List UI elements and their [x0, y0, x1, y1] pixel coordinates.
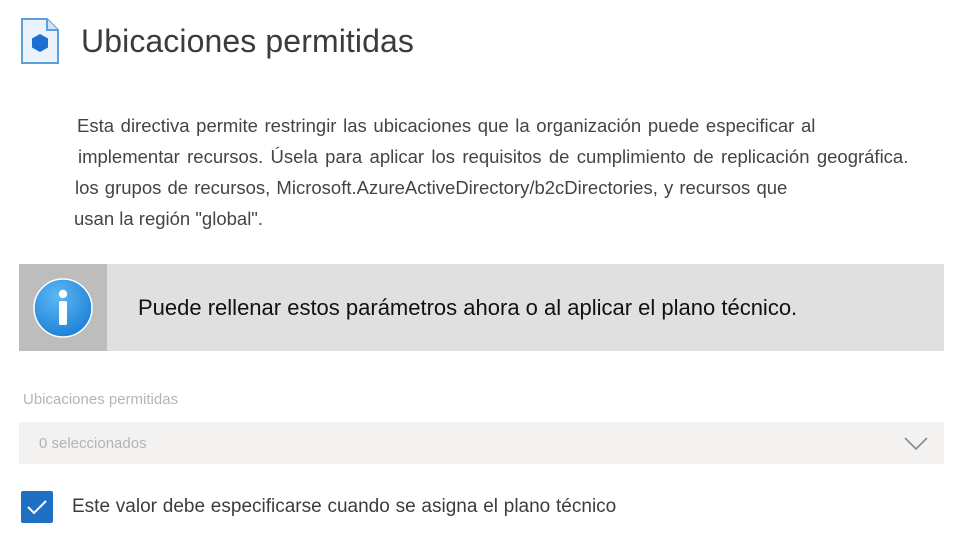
info-icon-container [19, 264, 107, 351]
description-line: implementar recursos. Úsela para aplicar… [78, 146, 909, 167]
policy-document-icon [21, 18, 59, 64]
info-message: Puede rellenar estos parámetros ahora o … [138, 294, 798, 320]
allowed-locations-dropdown[interactable]: 0 seleccionados [19, 422, 944, 464]
allowed-locations-label: Ubicaciones permitidas [23, 391, 179, 408]
page-header: Ubicaciones permitidas [20, 18, 414, 64]
required-value-option: Este valor debe especificarse cuando se … [21, 491, 616, 523]
required-value-checkbox[interactable] [21, 491, 53, 523]
description-line: los grupos de recursos, Microsoft.AzureA… [75, 177, 788, 198]
required-value-checkbox-label[interactable]: Este valor debe especificarse cuando se … [72, 496, 616, 518]
chevron-down-icon [904, 437, 928, 451]
policy-description: Esta directiva permite restringir las ub… [74, 110, 954, 234]
description-line: usan la región "global". [74, 208, 264, 229]
info-banner: Puede rellenar estos parámetros ahora o … [19, 264, 944, 351]
page-title: Ubicaciones permitidas [81, 22, 415, 59]
description-line: Esta directiva permite restringir las ub… [77, 115, 816, 136]
checkmark-icon [27, 500, 47, 515]
dropdown-selected-value: 0 seleccionados [39, 434, 147, 452]
info-icon [33, 277, 93, 338]
